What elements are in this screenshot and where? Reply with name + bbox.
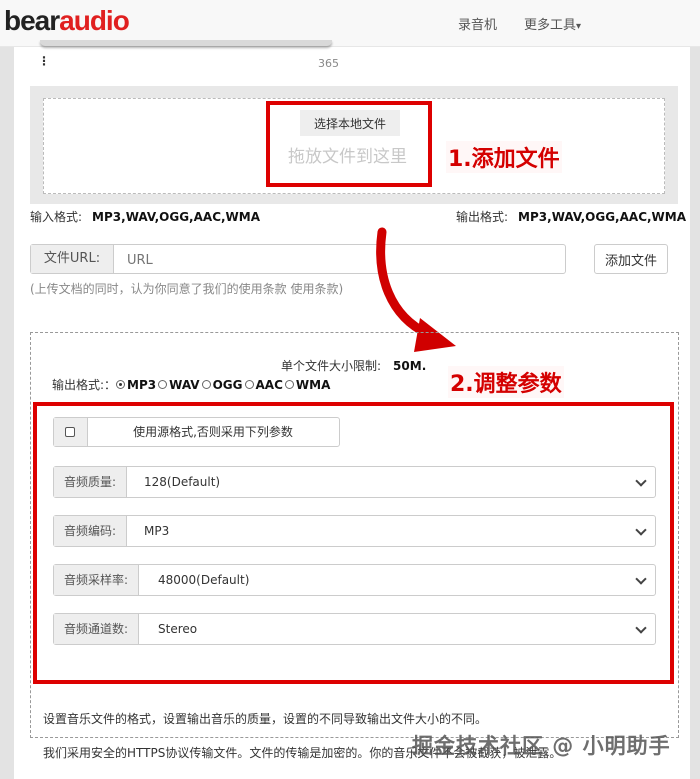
use-source-format-label: 使用源格式,否则采用下列参数 — [133, 425, 293, 439]
use-source-format-group[interactable]: 使用源格式,否则采用下列参数 — [53, 417, 340, 447]
radio-aac-circle[interactable] — [244, 380, 254, 389]
sample-rate-label: 音频采样率: — [54, 565, 140, 595]
output-format-radio-group: 输出格式:： MP3 WAV OGG AAC WMA — [52, 376, 332, 393]
annotation-step2-label: 2.调整参数 — [448, 366, 564, 398]
input-formats: 输入格式: MP3,WAV,OGG,AAC,WMA — [30, 208, 260, 225]
use-source-format-checkbox[interactable] — [65, 427, 75, 437]
radio-aac[interactable]: AAC — [244, 377, 283, 392]
chevron-down-icon: ▾ — [576, 21, 582, 32]
sample-rate-select-group[interactable]: 音频采样率: 48000(Default) — [53, 564, 656, 596]
radio-wav-circle[interactable] — [158, 380, 168, 389]
channels-select[interactable]: Stereo — [158, 614, 197, 644]
file-url-input[interactable] — [115, 245, 569, 275]
audio-codec-select[interactable]: MP3 — [144, 516, 169, 546]
radio-mp3-circle[interactable] — [116, 380, 126, 389]
more-vertical-icon[interactable]: ⋮ — [38, 55, 50, 67]
channels-select-group[interactable]: 音频通道数: Stereo — [53, 613, 656, 645]
collapsed-toolbar — [40, 40, 332, 46]
logo-text-bear: bear — [4, 5, 60, 36]
file-url-label: 文件URL: — [31, 245, 114, 273]
nav-more-tools-dropdown[interactable]: 更多工具▾ — [524, 14, 581, 33]
bearaudio-logo[interactable]: bearaudio — [4, 4, 130, 38]
output-format-label: 输出格式: — [456, 210, 509, 224]
radio-wav[interactable]: WAV — [158, 377, 200, 392]
input-format-value: MP3,WAV,OGG,AAC,WMA — [92, 210, 261, 224]
checkbox-cell — [54, 418, 88, 446]
size-limit-value: 50M. — [393, 359, 427, 373]
audio-codec-select-group[interactable]: 音频编码: MP3 — [53, 515, 656, 547]
radio-ogg[interactable]: OGG — [201, 377, 243, 392]
file-size-limit: 单个文件大小限制: 50M. — [281, 357, 426, 374]
output-format-value: MP3,WAV,OGG,AAC,WMA — [518, 210, 687, 224]
add-file-button[interactable]: 添加文件 — [594, 244, 668, 274]
page-side-margin-right — [690, 46, 700, 779]
sample-rate-select[interactable]: 48000(Default) — [158, 565, 249, 595]
radio-mp3-label: MP3 — [127, 377, 157, 392]
chevron-down-icon — [635, 573, 647, 585]
radio-wma[interactable]: WMA — [284, 377, 331, 392]
chevron-down-icon — [635, 524, 647, 536]
size-limit-label: 单个文件大小限制: — [281, 359, 382, 373]
radio-wav-label: WAV — [169, 377, 200, 392]
radio-wma-label: WMA — [295, 377, 331, 392]
source-watermark: 掘金技术社区 @ 小明助手 — [412, 734, 671, 758]
radio-wma-circle[interactable] — [284, 380, 294, 389]
chevron-down-icon — [635, 475, 647, 487]
output-formats: 输出格式: MP3,WAV,OGG,AAC,WMA — [456, 208, 686, 225]
chevron-down-icon — [635, 622, 647, 634]
input-format-label: 输入格式: — [30, 210, 83, 224]
audio-quality-label: 音频质量: — [54, 467, 128, 497]
annotation-step1-label: 1.添加文件 — [446, 141, 562, 173]
nav-more-tools-label: 更多工具 — [524, 18, 577, 33]
file-url-group: 文件URL: — [30, 244, 569, 275]
output-format-radio-label: 输出格式:： — [52, 378, 117, 392]
audio-quality-select-group[interactable]: 音频质量: 128(Default) — [53, 466, 656, 498]
settings-description: 设置音乐文件的格式，设置输出音乐的质量，设置的不同导致输出文件大小的不同。 — [43, 712, 488, 726]
radio-mp3[interactable]: MP3 — [116, 378, 156, 392]
radio-ogg-circle[interactable] — [201, 380, 211, 389]
radio-ogg-label: OGG — [212, 377, 243, 392]
terms-notice: (上传文档的同时，认为你同意了我们的使用条款 使用条款) — [30, 282, 344, 296]
logo-text-audio: audio — [59, 5, 130, 36]
audio-quality-select[interactable]: 128(Default) — [144, 467, 220, 497]
annotation-highlight-add-file — [266, 101, 432, 187]
counter-value: 365 — [318, 57, 339, 70]
page-side-margin-left — [0, 46, 14, 779]
channels-label: 音频通道数: — [54, 614, 140, 644]
radio-aac-label: AAC — [255, 377, 283, 392]
nav-recorder-link[interactable]: 录音机 — [458, 14, 497, 33]
audio-codec-label: 音频编码: — [54, 516, 128, 546]
